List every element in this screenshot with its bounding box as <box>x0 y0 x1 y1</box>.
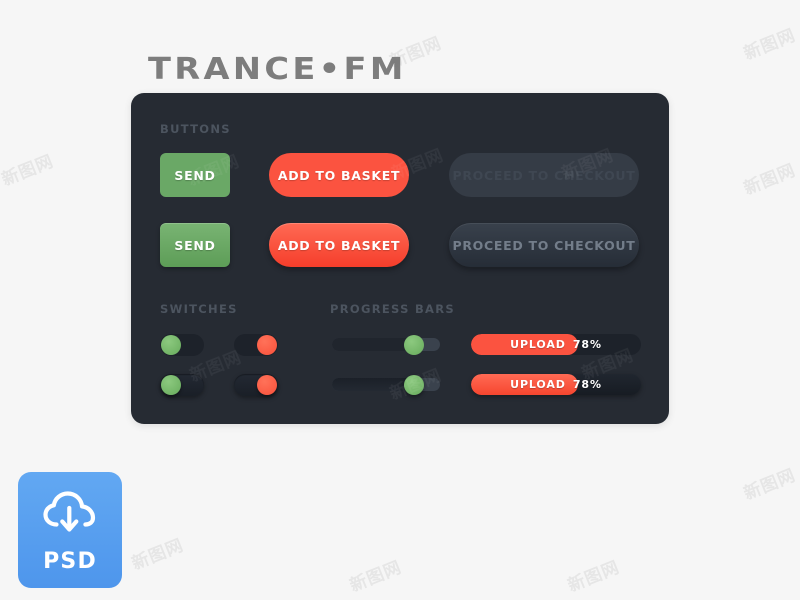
switch-knob-green <box>161 335 181 355</box>
add-to-basket-button-flat[interactable]: ADD TO BASKET <box>269 153 409 197</box>
add-to-basket-button-gradient[interactable]: ADD TO BASKET <box>269 223 409 267</box>
slider-raised[interactable] <box>332 374 440 395</box>
proceed-to-checkout-button-gradient[interactable]: PROCEED TO CHECKOUT <box>449 223 639 267</box>
brand-logo: TRANCE•FM <box>148 52 407 87</box>
watermark: 新图网 <box>129 535 187 575</box>
switch-green-flat[interactable] <box>160 334 204 356</box>
send-button-gradient[interactable]: SEND <box>160 223 230 267</box>
upload-progress-raised[interactable]: UPLOAD 78% <box>471 374 641 395</box>
switch-knob-red <box>257 375 277 395</box>
progress-label-text: UPLOAD <box>510 338 566 351</box>
switch-red-flat[interactable] <box>234 334 278 356</box>
proceed-to-checkout-button-flat[interactable]: PROCEED TO CHECKOUT <box>449 153 639 197</box>
switch-green-raised[interactable] <box>160 374 204 396</box>
slider-flat[interactable] <box>332 334 440 355</box>
progress-label-text: UPLOAD <box>510 378 566 391</box>
progress-value-text: 78% <box>572 378 602 391</box>
watermark: 新图网 <box>0 151 57 191</box>
send-button-flat[interactable]: SEND <box>160 153 230 197</box>
section-label-buttons: BUTTONS <box>160 122 231 136</box>
progress-value-text: 78% <box>572 338 602 351</box>
psd-download-badge[interactable]: PSD <box>18 472 122 588</box>
watermark: 新图网 <box>741 465 799 505</box>
switch-knob-green <box>161 375 181 395</box>
section-label-progress-bars: PROGRESS BARS <box>330 302 455 316</box>
watermark: 新图网 <box>565 557 623 597</box>
slider-fill <box>332 338 415 351</box>
slider-knob[interactable] <box>404 374 425 395</box>
watermark: 新图网 <box>741 25 799 65</box>
switch-knob-red <box>257 335 277 355</box>
slider-fill <box>332 378 415 391</box>
switch-red-raised[interactable] <box>234 374 278 396</box>
cloud-download-icon <box>42 490 98 539</box>
watermark: 新图网 <box>347 557 405 597</box>
watermark: 新图网 <box>741 160 799 200</box>
section-label-switches: SWITCHES <box>160 302 238 316</box>
upload-progress-flat[interactable]: UPLOAD 78% <box>471 334 641 355</box>
psd-label: PSD <box>43 549 97 574</box>
slider-knob[interactable] <box>404 334 425 355</box>
ui-kit-panel: BUTTONS SEND ADD TO BASKET PROCEED TO CH… <box>131 93 669 424</box>
